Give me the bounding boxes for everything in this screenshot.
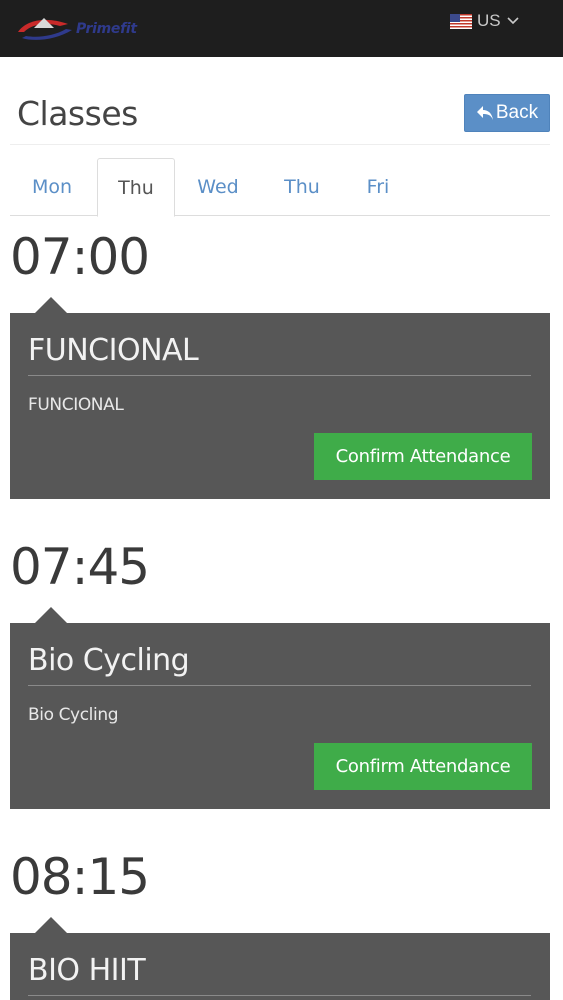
reply-arrow-icon: [476, 106, 493, 120]
class-title: Bio Cycling: [28, 643, 190, 678]
top-bar: Primefit US: [0, 0, 563, 57]
class-title: FUNCIONAL: [28, 333, 199, 368]
class-description: FUNCIONAL: [28, 395, 124, 415]
language-selector[interactable]: US: [450, 11, 519, 31]
back-button[interactable]: Back: [464, 94, 550, 132]
card-pointer: [35, 917, 67, 933]
tab-mon[interactable]: Mon: [10, 158, 94, 216]
class-description: Bio Cycling: [28, 705, 119, 725]
class-time: 07:00: [10, 228, 150, 286]
card-pointer: [35, 607, 67, 623]
back-button-label: Back: [495, 102, 539, 123]
confirm-attendance-button[interactable]: Confirm Attendance: [314, 743, 532, 790]
chevron-down-icon: [507, 17, 519, 25]
day-tabs: Mon Thu Wed Thu Fri: [10, 158, 550, 217]
us-flag-icon: [450, 13, 472, 29]
tab-thu-active[interactable]: Thu: [97, 158, 175, 217]
class-time: 07:45: [10, 538, 150, 596]
divider: [10, 144, 550, 145]
class-time: 08:15: [10, 848, 150, 906]
confirm-attendance-button[interactable]: Confirm Attendance: [314, 433, 532, 480]
logo-text: Primefit: [76, 21, 137, 37]
card-divider: [28, 995, 531, 996]
language-code: US: [477, 11, 501, 30]
tab-fri[interactable]: Fri: [344, 158, 412, 216]
card-divider: [28, 375, 531, 376]
class-card: BIO HIIT: [10, 917, 550, 1000]
card-divider: [28, 685, 531, 686]
card-pointer: [35, 297, 67, 313]
class-card: FUNCIONAL FUNCIONAL Confirm Attendance: [10, 297, 550, 499]
class-title: BIO HIIT: [28, 953, 146, 988]
tab-wed[interactable]: Wed: [180, 158, 256, 216]
page-title: Classes: [17, 94, 138, 133]
class-card: Bio Cycling Bio Cycling Confirm Attendan…: [10, 607, 550, 809]
tab-thu[interactable]: Thu: [264, 158, 340, 216]
